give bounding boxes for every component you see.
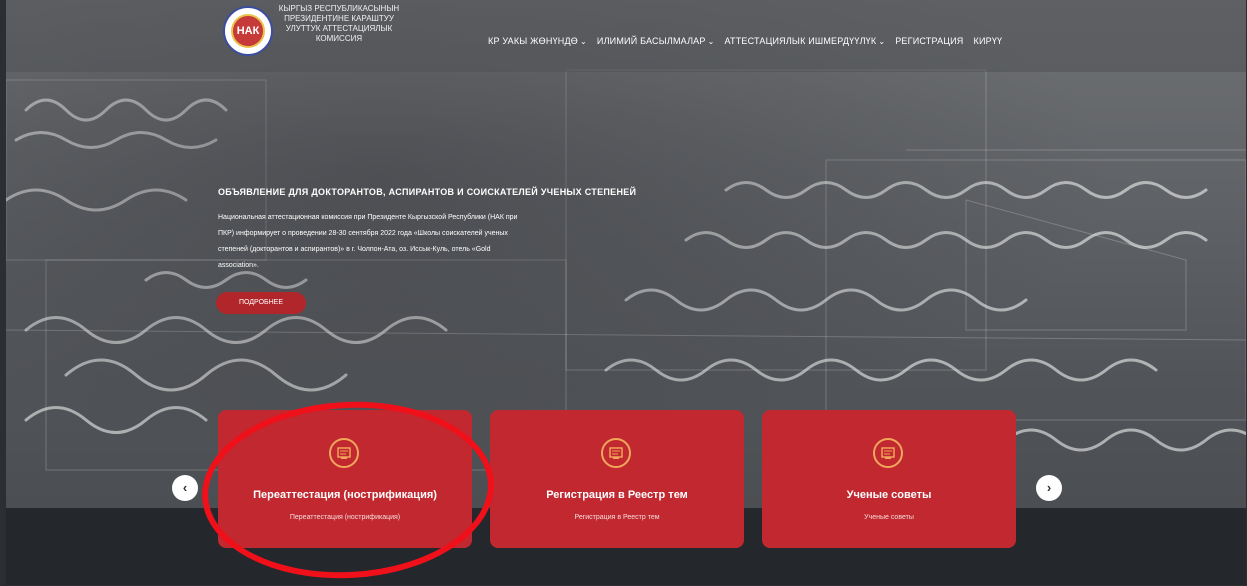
card-academic-councils[interactable]: Ученые советы Ученые советы: [762, 410, 1016, 548]
carousel-prev-button[interactable]: ‹: [172, 475, 198, 501]
nav-item-label: КИРҮҮ: [973, 36, 1003, 46]
announcement-body: Национальная аттестационная комиссия при…: [218, 214, 518, 269]
card-title: Ученые советы: [846, 489, 932, 501]
logo-line: КЫРГЫЗ РЕСПУБЛИКАСЫНЫН: [278, 4, 400, 13]
nav-item-login[interactable]: КИРҮҮ: [974, 36, 1003, 46]
main-nav: КР УАКЫ ЖӨНҮНДӨ ⌄ ИЛИМИЙ БАСЫЛМАЛАР ⌄ АТТЕ…: [488, 36, 1002, 46]
nav-item-label: АТТЕСТАЦИЯЛЫК ИШМЕРДҮҮЛҮК: [724, 36, 877, 46]
site-header: НАК КЫРГЫЗ РЕСПУБЛИКАСЫНЫН ПРЕЗИДЕНТИНЕ …: [6, 0, 1246, 72]
card-subtitle: Регистрация в Реестр тем: [574, 514, 660, 521]
nav-item-label: РЕГИСТРАЦИЯ: [895, 36, 964, 46]
chevron-down-icon: ⌄: [878, 37, 886, 46]
certificate-icon: [601, 438, 631, 468]
card-title: Регистрация в Реестр тем: [546, 489, 688, 501]
card-topic-registry[interactable]: Регистрация в Реестр тем Регистрация в Р…: [490, 410, 744, 548]
chevron-down-icon: ⌄: [707, 37, 715, 46]
nav-item-about[interactable]: КР УАКЫ ЖӨНҮНДӨ ⌄: [488, 36, 587, 46]
logo-mark: НАК: [231, 14, 265, 48]
logo-line: УЛУТТУК АТТЕСТАЦИЯЛЫК: [285, 24, 393, 33]
announcement-title: ОБЪЯВЛЕНИЕ ДЛЯ ДОКТОРАНТОВ, АСПИРАНТОВ И…: [218, 187, 637, 197]
certificate-icon: [873, 438, 903, 468]
logo-emblem[interactable]: НАК: [223, 6, 273, 56]
nav-item-label: КР УАКЫ ЖӨНҮНДӨ: [488, 36, 578, 46]
chevron-down-icon: ⌄: [580, 37, 587, 46]
nav-item-registration[interactable]: РЕГИСТРАЦИЯ: [895, 36, 963, 46]
logo-line: ПРЕЗИДЕНТИНЕ КАРАШТУУ: [284, 14, 394, 23]
carousel-next-button[interactable]: ›: [1036, 475, 1062, 501]
logo-line: КОМИССИЯ: [315, 34, 363, 43]
nav-item-label: ИЛИМИЙ БАСЫЛМАЛАР: [596, 36, 706, 46]
logo-text[interactable]: КЫРГЫЗ РЕСПУБЛИКАСЫНЫН ПРЕЗИДЕНТИНЕ КАРА…: [274, 4, 404, 44]
nav-item-attestation[interactable]: АТТЕСТАЦИЯЛЫК ИШМЕРДҮҮЛҮК ⌄: [725, 36, 886, 46]
card-subtitle: Ученые советы: [864, 514, 914, 521]
nav-item-publications[interactable]: ИЛИМИЙ БАСЫЛМАЛАР ⌄: [597, 36, 715, 46]
more-button[interactable]: ПОДРОБНЕЕ: [216, 292, 306, 314]
